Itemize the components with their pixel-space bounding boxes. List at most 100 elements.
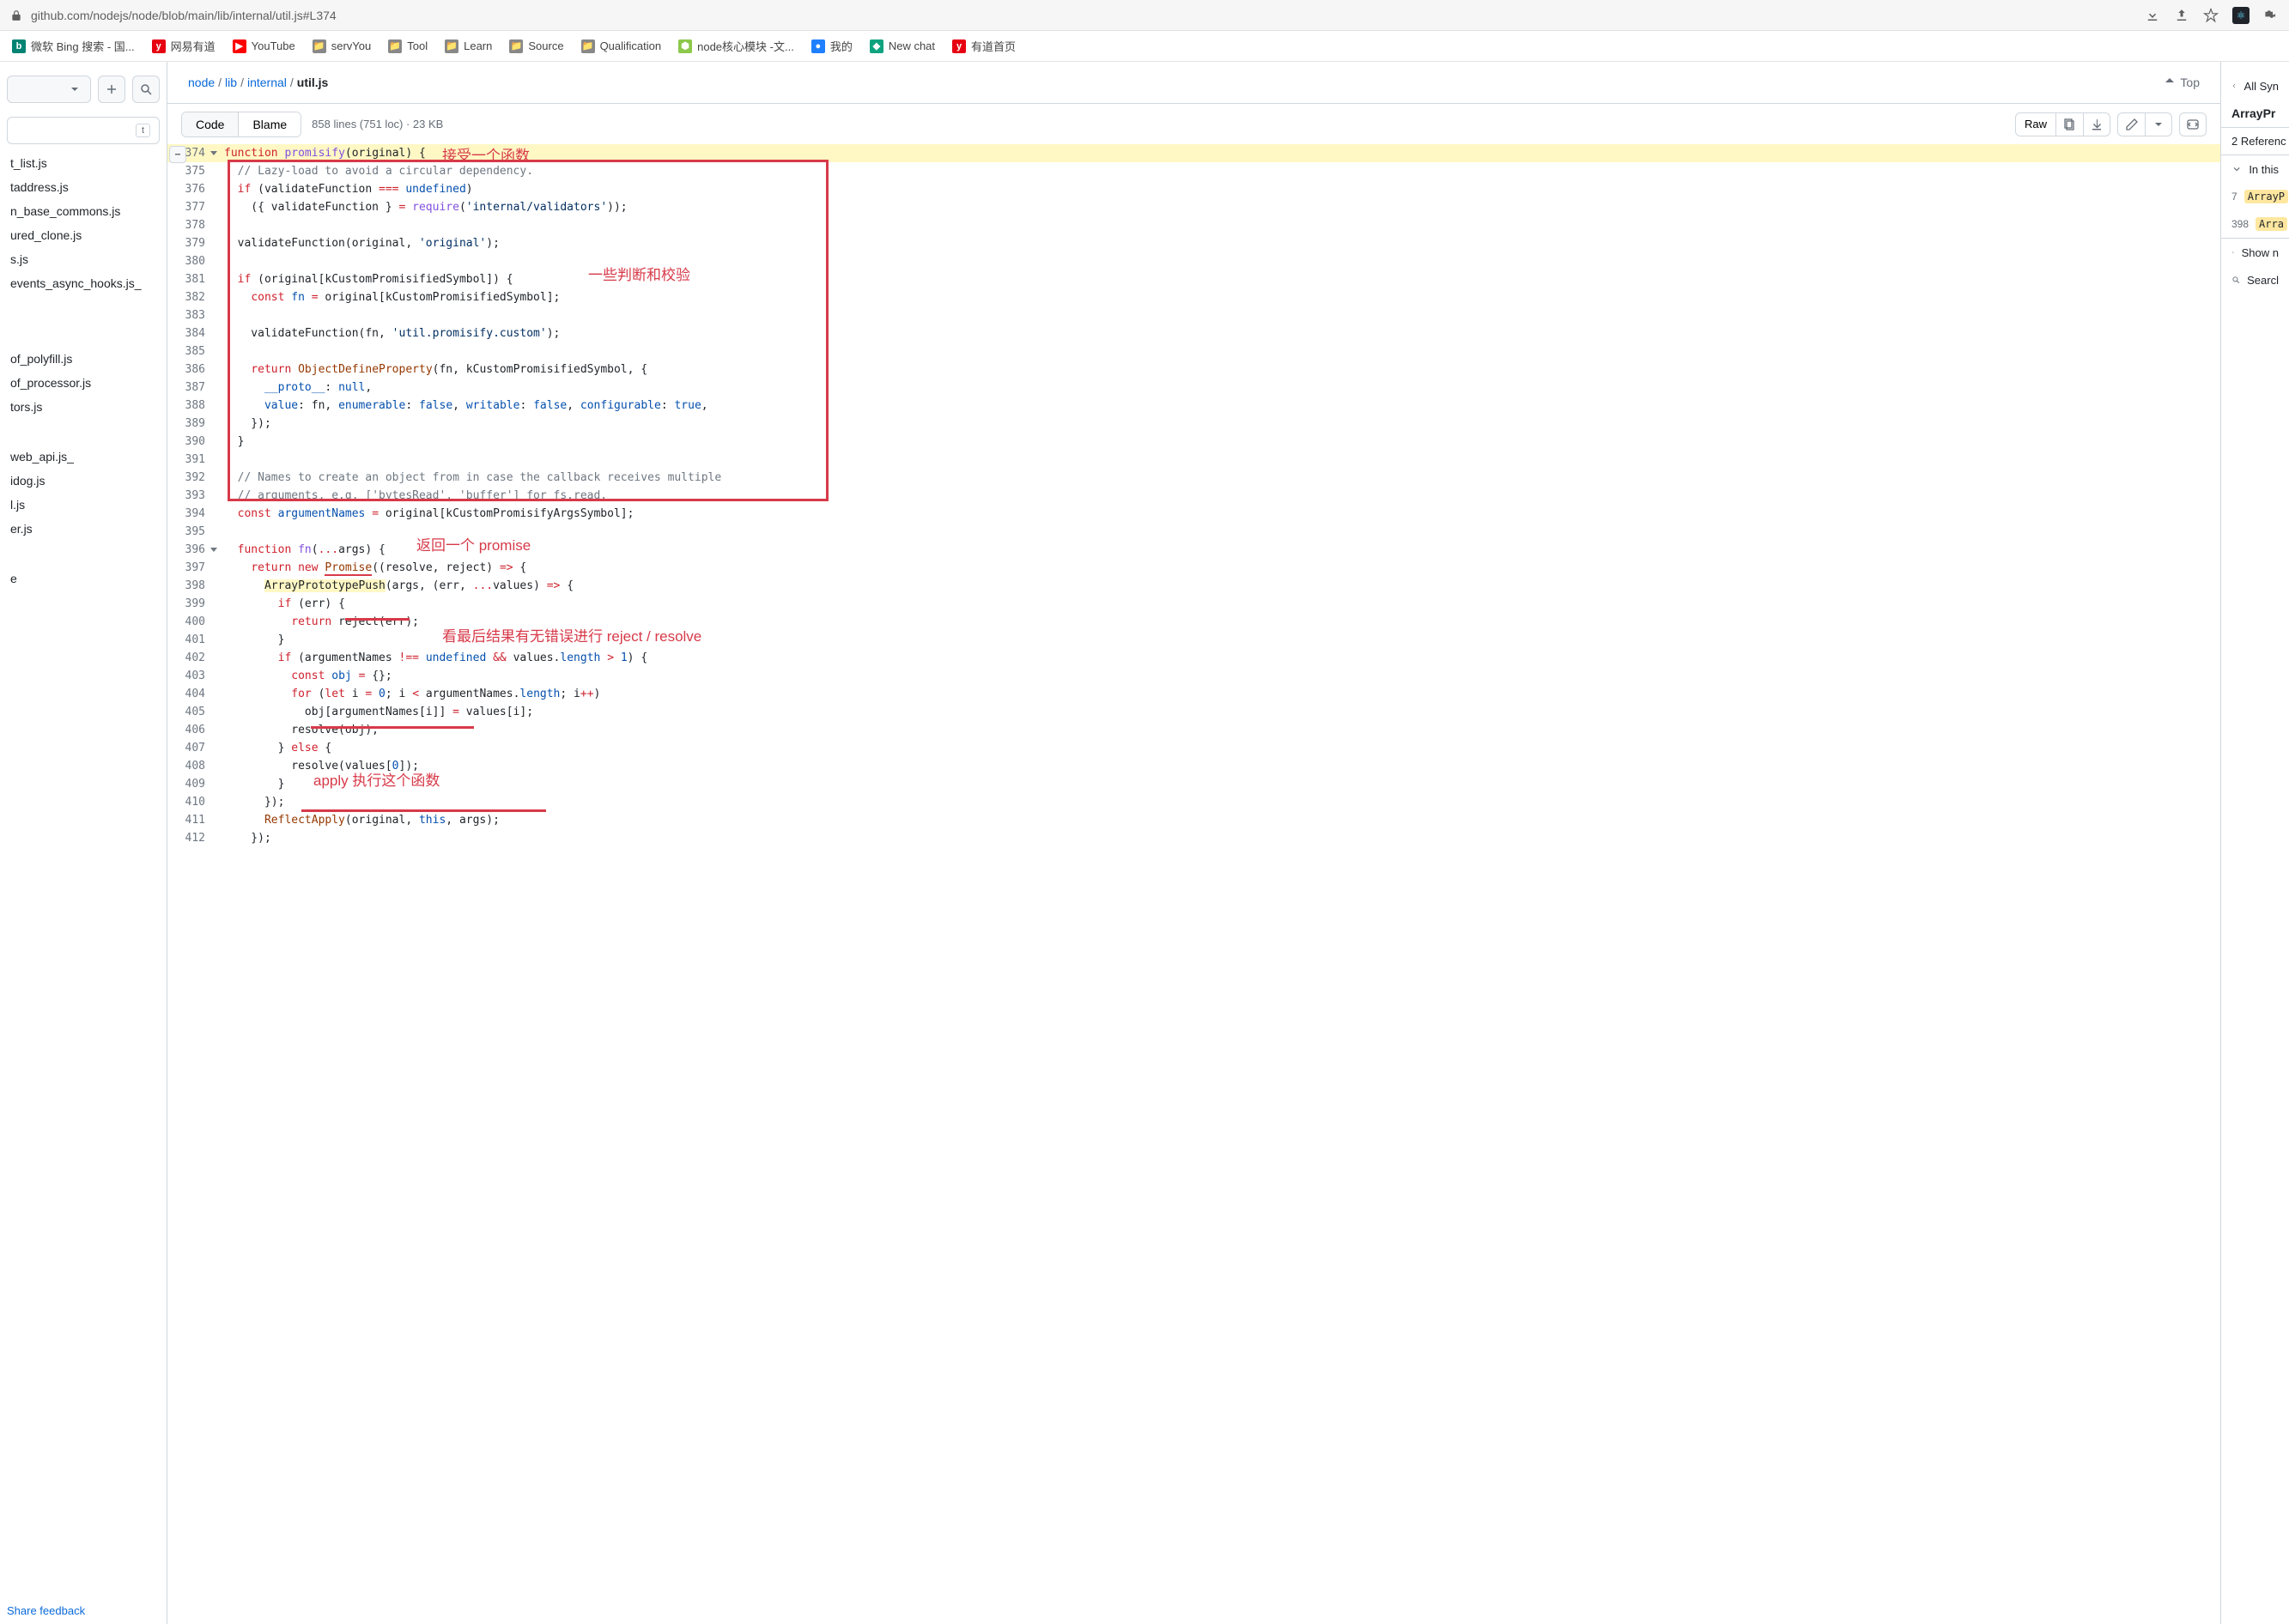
bookmark-item[interactable]: b微软 Bing 搜索 - 国... [5,34,142,58]
file-item[interactable]: s.js [0,247,167,271]
edit-dropdown[interactable] [2145,112,2172,136]
line-number[interactable]: 398 [167,577,219,595]
line-number[interactable]: 400 [167,613,219,631]
tab-code[interactable]: Code [182,112,238,136]
raw-button[interactable]: Raw [2015,112,2055,136]
code-area[interactable]: ⋯ 374function promisify(original) {375 /… [167,144,2220,1624]
file-item[interactable]: _web_api.js [0,445,167,469]
line-number[interactable]: 387 [167,379,219,397]
file-item[interactable] [0,321,167,347]
line-number[interactable]: 409 [167,775,219,793]
file-item[interactable] [0,295,167,321]
line-number[interactable]: 406 [167,721,219,739]
line-number[interactable]: 397 [167,559,219,577]
line-number[interactable]: 407 [167,739,219,757]
file-search-input[interactable]: t [7,117,160,144]
file-item[interactable]: of_processor.js [0,371,167,395]
references-count[interactable]: 2 Referenc [2221,127,2289,155]
scroll-to-top-button[interactable]: Top [2163,76,2200,89]
reference-item[interactable]: 7ArrayP [2221,183,2289,210]
line-number[interactable]: 386 [167,361,219,379]
file-item[interactable]: l.js [0,493,167,517]
line-number[interactable]: 404 [167,685,219,703]
share-icon[interactable] [2174,8,2189,23]
file-item[interactable]: t_list.js [0,151,167,175]
line-number[interactable]: 376 [167,180,219,198]
extension-icon[interactable]: ⚛ [2232,7,2250,24]
line-number[interactable]: 393 [167,487,219,505]
file-item[interactable] [0,419,167,445]
line-number[interactable]: 379 [167,234,219,252]
line-number[interactable]: 408 [167,757,219,775]
in-this-file-toggle[interactable]: In this [2221,155,2289,183]
file-item[interactable]: idog.js [0,469,167,493]
line-number[interactable]: 403 [167,667,219,685]
line-number[interactable]: 399 [167,595,219,613]
line-number[interactable]: 391 [167,451,219,469]
download-icon[interactable] [2145,8,2160,23]
branch-selector[interactable] [7,76,91,103]
file-item[interactable]: er.js [0,517,167,541]
line-number[interactable]: 411 [167,811,219,829]
search-repo-button[interactable]: Searcl [2221,266,2289,294]
file-item[interactable]: _events_async_hooks.js [0,271,167,295]
breadcrumb-link[interactable]: node [188,76,215,89]
breadcrumb-link[interactable]: lib [225,76,237,89]
line-number[interactable]: 392 [167,469,219,487]
line-number[interactable]: 389 [167,415,219,433]
tab-blame[interactable]: Blame [239,112,301,136]
search-files-button[interactable] [132,76,160,103]
line-number[interactable]: 396 [167,541,219,559]
copy-button[interactable] [2055,112,2083,136]
bookmark-item[interactable]: y有道首页 [945,34,1023,58]
line-number[interactable]: 383 [167,306,219,324]
line-number[interactable]: 402 [167,649,219,667]
url-text[interactable]: github.com/nodejs/node/blob/main/lib/int… [31,9,2145,22]
breadcrumb-link[interactable]: internal [247,76,287,89]
bookmark-item[interactable]: 📁Learn [438,36,499,57]
line-number[interactable]: 375 [167,162,219,180]
line-number[interactable]: 377 [167,198,219,216]
bookmark-item[interactable]: 📁servYou [306,36,379,57]
file-item[interactable]: taddress.js [0,175,167,199]
line-number[interactable]: 395 [167,523,219,541]
line-number[interactable]: 410 [167,793,219,811]
bookmark-item[interactable]: ⬢node核心模块 -文... [671,34,801,58]
line-number[interactable]: 412 [167,829,219,847]
line-number[interactable]: 405 [167,703,219,721]
bookmark-item[interactable]: ●我的 [804,34,859,58]
line-number[interactable]: 401 [167,631,219,649]
line-number[interactable]: 390 [167,433,219,451]
line-number[interactable]: 384 [167,324,219,342]
line-number[interactable]: 381 [167,270,219,288]
file-item[interactable]: tors.js [0,395,167,419]
bookmark-item[interactable]: y网易有道 [145,34,222,58]
line-number[interactable]: 378 [167,216,219,234]
reference-item[interactable]: 398Arra [2221,210,2289,238]
puzzle-icon[interactable] [2263,8,2279,23]
line-number[interactable]: 388 [167,397,219,415]
star-icon[interactable] [2203,8,2219,23]
line-number[interactable]: 380 [167,252,219,270]
bookmark-item[interactable]: ▶YouTube [226,36,302,57]
line-number[interactable]: 374 [167,144,219,162]
show-more-button[interactable]: Show n [2221,238,2289,266]
download-button[interactable] [2083,112,2110,136]
line-number[interactable]: 382 [167,288,219,306]
symbols-toggle-button[interactable] [2179,112,2207,136]
bookmark-item[interactable]: ◆New chat [863,36,942,57]
add-file-button[interactable] [98,76,125,103]
file-item[interactable]: n_base_commons.js [0,199,167,223]
line-number[interactable]: 394 [167,505,219,523]
file-item[interactable]: ured_clone.js [0,223,167,247]
line-number[interactable]: 385 [167,342,219,361]
bookmark-item[interactable]: 📁Tool [381,36,434,57]
bookmark-item[interactable]: 📁Qualification [574,36,669,57]
file-item[interactable] [0,541,167,567]
bookmark-item[interactable]: 📁Source [502,36,570,57]
file-item[interactable]: e [0,567,167,591]
file-item[interactable]: of_polyfill.js [0,347,167,371]
edit-button[interactable] [2117,112,2145,136]
all-symbols-link[interactable]: All Syn [2221,72,2289,100]
share-feedback-link[interactable]: Share feedback [7,1604,85,1617]
